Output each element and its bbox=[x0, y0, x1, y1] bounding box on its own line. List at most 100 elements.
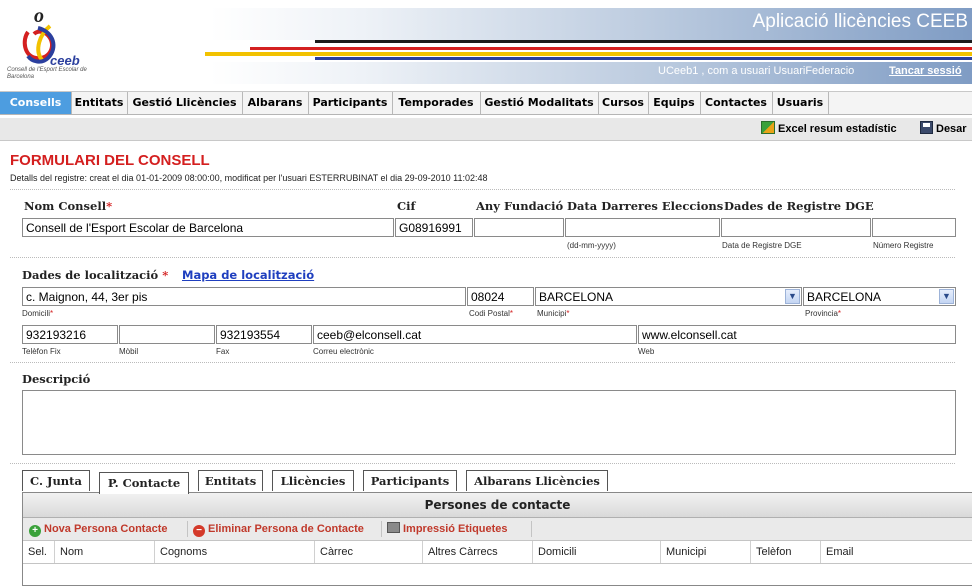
delete-contact-label: Eliminar Persona de Contacte bbox=[208, 523, 364, 535]
tab-p-contacte[interactable]: P. Contacte bbox=[99, 472, 189, 494]
tab-llicencies[interactable]: Llicències bbox=[272, 470, 354, 491]
provincia-select[interactable]: BARCELONA ▼ bbox=[803, 287, 956, 306]
label-any-fundacio: Any Fundació bbox=[476, 199, 564, 213]
label-localitzacio: Dades de localització * bbox=[22, 268, 169, 282]
column-header[interactable]: Cognoms bbox=[155, 541, 315, 563]
delete-contact-button[interactable]: − Eliminar Persona de Contacte bbox=[193, 520, 364, 538]
hint-web: Web bbox=[638, 347, 655, 356]
divider bbox=[10, 189, 955, 190]
menu-item-usuaris[interactable]: Usuaris bbox=[772, 92, 829, 114]
header-stripe-black bbox=[315, 40, 972, 43]
domicili-input[interactable]: c. Maignon, 44, 3er pis bbox=[22, 287, 466, 306]
any-fundacio-input[interactable] bbox=[474, 218, 564, 237]
hint-correu: Correu electrònic bbox=[313, 347, 374, 356]
column-header[interactable]: Sel. bbox=[23, 541, 55, 563]
municipi-value: BARCELONA bbox=[539, 290, 614, 304]
hint-codi-postal: Codi Postal* bbox=[469, 309, 514, 318]
save-icon bbox=[920, 121, 933, 134]
column-header[interactable]: Domicili bbox=[533, 541, 661, 563]
print-labels-button[interactable]: Impressió Etiquetes bbox=[387, 520, 508, 538]
label-data-eleccions: Data Darreres Eleccions bbox=[567, 199, 724, 213]
column-header[interactable]: Altres Càrrecs bbox=[423, 541, 533, 563]
column-header[interactable]: Email bbox=[821, 541, 972, 563]
header-stripe-blue bbox=[315, 57, 972, 60]
label-dades-dge: Dades de Registre DGE bbox=[724, 199, 874, 213]
form-title: FORMULARI DEL CONSELL bbox=[10, 152, 210, 169]
hint-fax: Fax bbox=[216, 347, 230, 356]
save-button[interactable]: Desar bbox=[920, 120, 967, 138]
municipi-select[interactable]: BARCELONA ▼ bbox=[535, 287, 802, 306]
web-input[interactable]: www.elconsell.cat bbox=[638, 325, 956, 344]
mobil-input[interactable] bbox=[119, 325, 215, 344]
new-contact-label: Nova Persona Contacte bbox=[44, 523, 168, 535]
new-contact-button[interactable]: + Nova Persona Contacte bbox=[29, 520, 167, 538]
hint-telefon-fix: Telèfon Fix bbox=[22, 347, 61, 356]
date-format-hint: (dd-mm-yyyy) bbox=[567, 241, 616, 250]
menu-item-consells[interactable]: Consells bbox=[0, 92, 72, 114]
excel-stats-button[interactable]: Excel resum estadístic bbox=[761, 120, 897, 138]
panel-title: Persones de contacte bbox=[23, 493, 972, 518]
chevron-down-icon[interactable]: ▼ bbox=[939, 289, 954, 304]
add-icon: + bbox=[29, 525, 41, 537]
divider bbox=[10, 362, 955, 363]
menu-item-albarans[interactable]: Albarans bbox=[242, 92, 309, 114]
user-info: UCeeb1 , com a usuari UsuariFederacio bbox=[658, 65, 855, 77]
provincia-value: BARCELONA bbox=[807, 290, 882, 304]
header-stripe-yellow bbox=[205, 52, 972, 56]
excel-icon bbox=[761, 121, 775, 134]
excel-stats-label: Excel resum estadístic bbox=[778, 123, 897, 135]
logo-subtext: Consell de l'Esport Escolar de Barcelona bbox=[7, 67, 87, 80]
map-link[interactable]: Mapa de localització bbox=[182, 268, 314, 282]
print-labels-label: Impressió Etiquetes bbox=[403, 523, 508, 535]
column-header[interactable]: Nom bbox=[55, 541, 155, 563]
numero-registre-input[interactable] bbox=[872, 218, 956, 237]
menu-item-temporades[interactable]: Temporades bbox=[392, 92, 481, 114]
nom-consell-input[interactable]: Consell de l'Esport Escolar de Barcelona bbox=[22, 218, 394, 237]
menu-item-gestio-llicencies[interactable]: Gestió Llicències bbox=[127, 92, 243, 114]
codi-postal-input[interactable]: 08024 bbox=[467, 287, 534, 306]
fax-input[interactable]: 932193554 bbox=[216, 325, 312, 344]
contact-persons-panel: Persones de contacte + Nova Persona Conta… bbox=[22, 492, 972, 586]
column-header[interactable]: Telèfon bbox=[751, 541, 821, 563]
logout-link[interactable]: Tancar sessió bbox=[889, 65, 962, 77]
data-eleccions-input[interactable] bbox=[565, 218, 720, 237]
hint-data-registre-dge: Data de Registre DGE bbox=[722, 241, 802, 250]
panel-toolbar: + Nova Persona Contacte − Eliminar Persona… bbox=[23, 518, 972, 541]
column-header[interactable]: Municipi bbox=[661, 541, 751, 563]
menu-item-contactes[interactable]: Contactes bbox=[700, 92, 773, 114]
descripcio-textarea[interactable] bbox=[22, 390, 956, 455]
menu-item-gestio-modalitats[interactable]: Gestió Modalitats bbox=[480, 92, 599, 114]
logo-text: ceeb bbox=[50, 53, 80, 68]
main-menu: Consells Entitats Gestió Llicències Alba… bbox=[0, 91, 972, 115]
tab-participants[interactable]: Participants bbox=[363, 470, 457, 491]
label-descripcio: Descripció bbox=[22, 372, 91, 386]
tab-c-junta[interactable]: C. Junta bbox=[22, 470, 90, 491]
divider bbox=[10, 463, 955, 464]
menu-item-cursos[interactable]: Cursos bbox=[598, 92, 649, 114]
printer-icon bbox=[387, 522, 400, 533]
header-stripe-red bbox=[250, 47, 972, 50]
app-title: Aplicació llicències CEEB bbox=[752, 11, 968, 32]
svg-text:o: o bbox=[34, 5, 44, 27]
cif-input[interactable]: G08916991 bbox=[395, 218, 473, 237]
save-label: Desar bbox=[936, 123, 967, 135]
menu-item-equips[interactable]: Equips bbox=[648, 92, 701, 114]
label-cif: Cif bbox=[397, 199, 416, 213]
data-registre-dge-input[interactable] bbox=[721, 218, 871, 237]
telefon-fix-input[interactable]: 932193216 bbox=[22, 325, 118, 344]
chevron-down-icon[interactable]: ▼ bbox=[785, 289, 800, 304]
hint-mobil: Mòbil bbox=[119, 347, 139, 356]
table-header: Sel. Nom Cognoms Càrrec Altres Càrrecs D… bbox=[23, 541, 972, 564]
column-header[interactable]: Càrrec bbox=[315, 541, 423, 563]
label-nom-consell: Nom Consell* bbox=[24, 199, 113, 213]
correu-input[interactable]: ceeb@elconsell.cat bbox=[313, 325, 637, 344]
tab-entitats[interactable]: Entitats bbox=[198, 470, 263, 491]
hint-municipi: Municipi* bbox=[537, 309, 570, 318]
record-details: Detalls del registre: creat el dia 01-01… bbox=[10, 173, 488, 183]
tab-albarans-llicencies[interactable]: Albarans Llicències bbox=[466, 470, 608, 491]
divider bbox=[10, 257, 955, 258]
app-header: Aplicació llicències CEEB UCeeb1 , com a… bbox=[0, 0, 972, 90]
menu-item-entitats[interactable]: Entitats bbox=[71, 92, 128, 114]
menu-item-participants[interactable]: Participants bbox=[308, 92, 393, 114]
hint-numero-registre: Número Registre bbox=[873, 241, 934, 250]
